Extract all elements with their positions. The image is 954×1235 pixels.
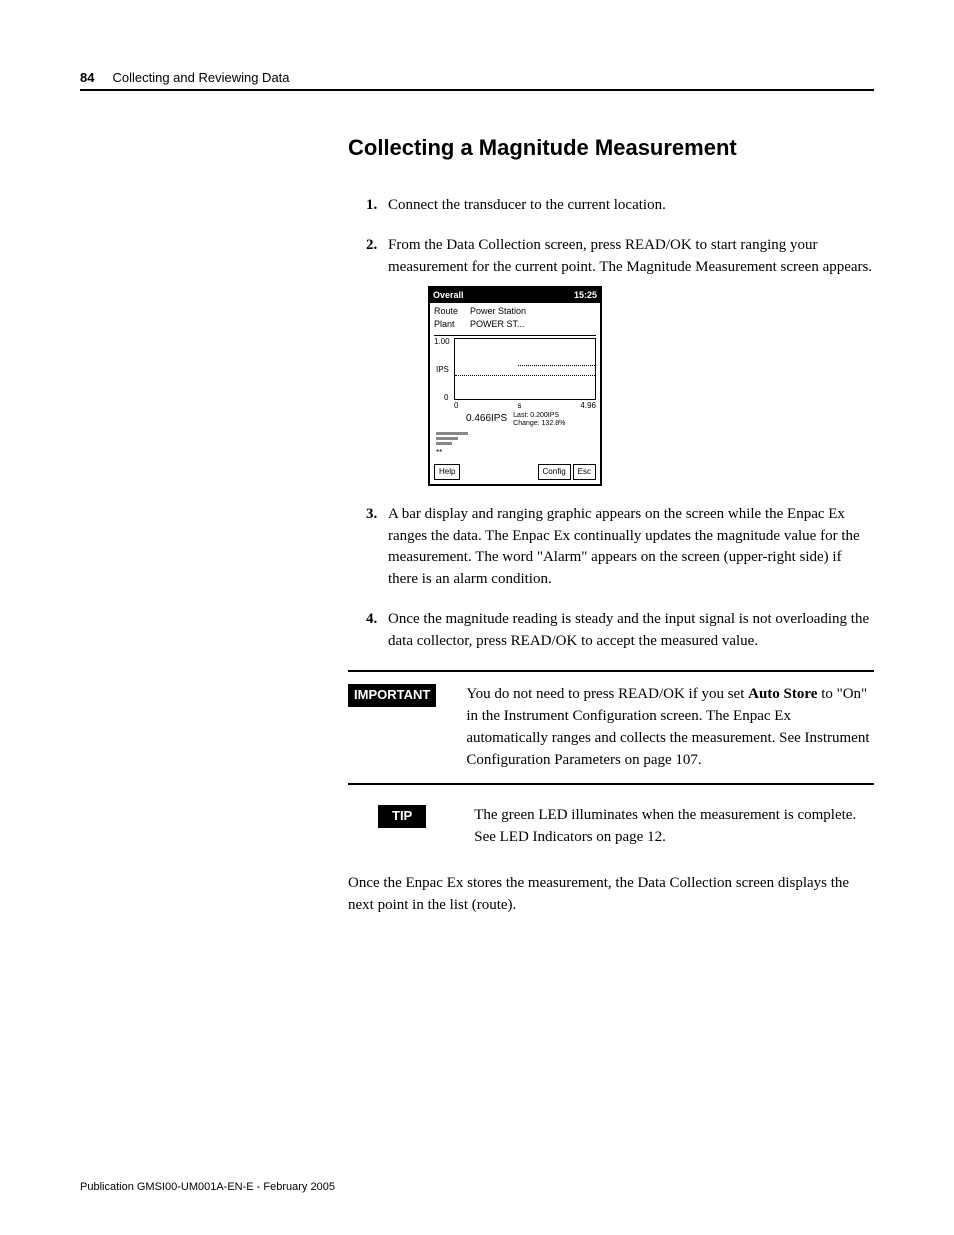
bar-indicator xyxy=(436,437,458,440)
chart-x-mid: s xyxy=(517,400,521,412)
chart-axis-box xyxy=(454,338,596,400)
route-value: Power Station xyxy=(470,305,526,318)
readout-sub: Last: 0.200IPS Change: 132.8% xyxy=(513,412,565,427)
step-text: From the Data Collection screen, press R… xyxy=(388,237,872,275)
chart-dashed-line xyxy=(455,375,595,376)
running-header: 84 Collecting and Reviewing Data xyxy=(80,70,874,85)
tip-callout: TIP The green LED illuminates when the m… xyxy=(378,805,874,849)
config-button: Config xyxy=(538,464,571,480)
chart-dashed-line xyxy=(518,365,595,366)
step-text: A bar display and ranging graphic appear… xyxy=(388,506,860,587)
screenshot-stars: ** xyxy=(430,447,600,459)
chart-y-mid: IPS xyxy=(436,364,449,376)
step-1: 1. Connect the transducer to the current… xyxy=(348,195,874,217)
readout-main: 0.466IPS xyxy=(466,412,507,427)
chart-y-bot: 0 xyxy=(444,392,448,404)
route-label: Route xyxy=(434,305,470,318)
bar-indicator xyxy=(436,442,452,445)
step-number: 1. xyxy=(366,195,377,217)
chart-y-top: 1.00 xyxy=(434,336,450,348)
section-name: Collecting and Reviewing Data xyxy=(112,70,289,85)
chart-x-right: 4.96 xyxy=(580,400,596,412)
important-callout: IMPORTANT You do not need to press READ/… xyxy=(348,670,874,785)
esc-button: Esc xyxy=(573,464,596,480)
readout-last: Last: 0.200IPS xyxy=(513,412,559,419)
header-rule xyxy=(80,89,874,91)
plant-label: Plant xyxy=(434,318,470,331)
important-label: IMPORTANT xyxy=(348,684,436,707)
screenshot-buttons: Help Config Esc xyxy=(430,458,600,484)
important-bold: Auto Store xyxy=(748,686,817,702)
screenshot-bars xyxy=(436,432,594,445)
screenshot-clock: 15:25 xyxy=(574,289,597,302)
publication-footer: Publication GMSI00-UM001A-EN-E - Februar… xyxy=(80,1181,335,1193)
chart-x-left: 0 xyxy=(454,400,458,412)
step-text: Connect the transducer to the current lo… xyxy=(388,197,666,213)
page-number: 84 xyxy=(80,70,94,85)
help-button: Help xyxy=(434,464,460,480)
plant-value: POWER ST... xyxy=(470,318,525,331)
step-4: 4. Once the magnitude reading is steady … xyxy=(348,609,874,653)
closing-paragraph: Once the Enpac Ex stores the measurement… xyxy=(348,873,874,917)
important-text: You do not need to press READ/OK if you … xyxy=(466,684,874,771)
screenshot-titlebar: Overall 15:25 xyxy=(430,288,600,303)
step-text: Once the magnitude reading is steady and… xyxy=(388,611,869,649)
step-number: 4. xyxy=(366,609,377,631)
tip-label: TIP xyxy=(378,805,426,828)
section-title: Collecting a Magnitude Measurement xyxy=(348,135,874,161)
readout-change: Change: 132.8% xyxy=(513,420,565,427)
device-screenshot: Overall 15:25 Route Power Station Plant … xyxy=(428,286,602,486)
step-number: 2. xyxy=(366,235,377,257)
step-number: 3. xyxy=(366,504,377,526)
chart-x-ticks: 0 s 4.96 xyxy=(454,400,596,412)
screenshot-chart: 1.00 IPS 0 0 s 4.96 xyxy=(434,335,596,406)
important-text-part: You do not need to press READ/OK if you … xyxy=(466,686,748,702)
screenshot-info: Route Power Station Plant POWER ST... xyxy=(430,303,600,335)
screenshot-title: Overall xyxy=(433,289,464,302)
step-2: 2. From the Data Collection screen, pres… xyxy=(348,235,874,486)
tip-text: The green LED illuminates when the measu… xyxy=(474,805,874,849)
bar-indicator xyxy=(436,432,468,435)
step-3: 3. A bar display and ranging graphic app… xyxy=(348,504,874,591)
